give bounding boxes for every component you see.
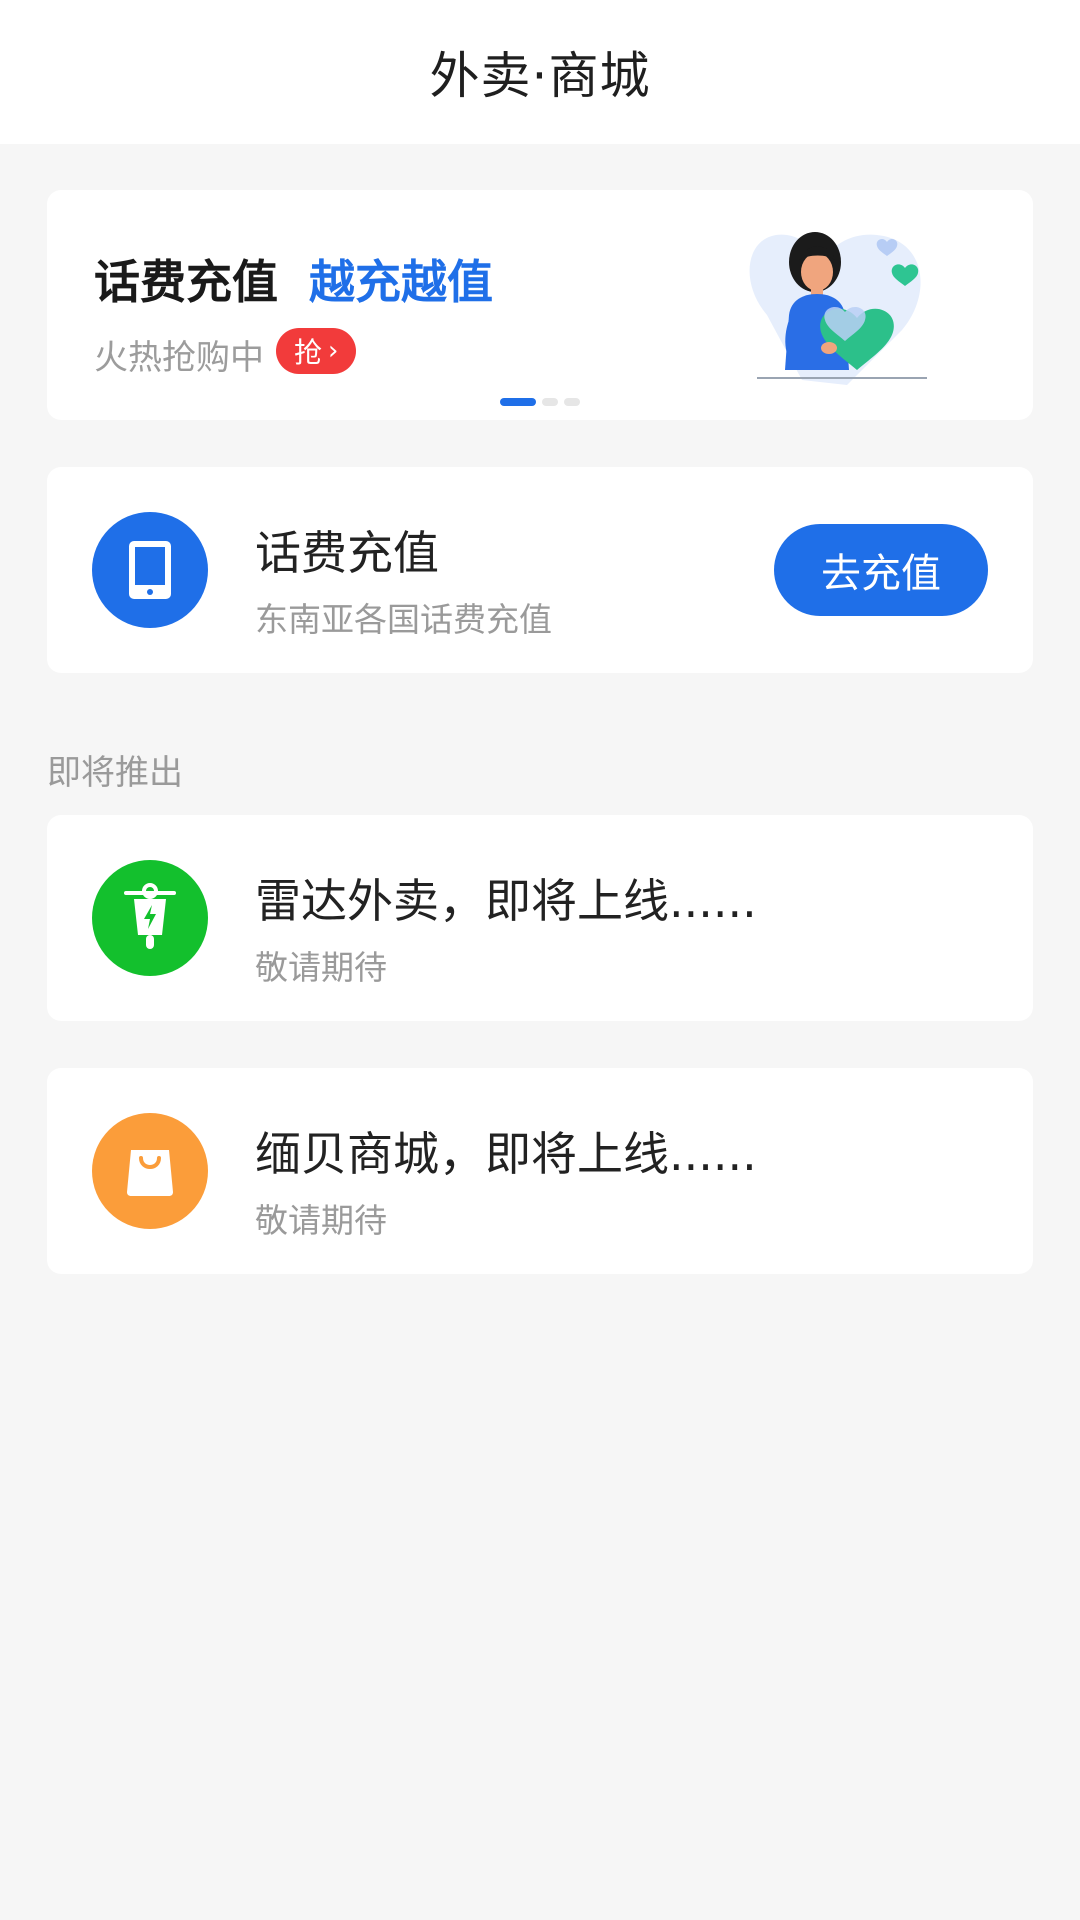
banner-pagination [47,398,1033,406]
mall-subtitle: 敬请期待 [255,1201,387,1240]
banner-subtitle: 火热抢购中 [94,338,264,378]
mall-title: 缅贝商城，即将上线...... [255,1127,757,1181]
phone-icon [92,512,208,628]
grab-badge-label: 抢 [294,336,323,369]
banner-accent-text: 越充越值 [309,255,493,309]
recharge-title: 话费充值 [255,526,439,580]
list-item-mall[interactable]: 缅贝商城，即将上线...... 敬请期待 [47,1068,1033,1274]
recharge-subtitle: 东南亚各国话费充值 [255,600,552,639]
takeout-subtitle: 敬请期待 [255,948,387,987]
chevron-right-icon: › [328,336,339,366]
takeout-title: 雷达外卖，即将上线...... [255,874,757,928]
pagination-dot [542,398,558,406]
list-item-takeout[interactable]: 雷达外卖，即将上线...... 敬请期待 [47,815,1033,1021]
pagination-dot [564,398,580,406]
woman-holding-heart-illustration [749,232,927,385]
section-label-upcoming: 即将推出 [47,753,183,793]
recharge-card[interactable]: 话费充值 东南亚各国话费充值 去充值 [47,467,1033,673]
scooter-icon [92,860,208,976]
go-recharge-button[interactable]: 去充值 [774,524,988,616]
banner-title: 话费充值 [94,255,278,309]
grab-badge[interactable]: 抢 › [276,328,357,374]
pagination-dot-active [500,398,536,406]
shopping-bag-icon [92,1113,208,1229]
app-header: 外卖·商城 [0,0,1080,144]
page-title: 外卖·商城 [429,47,651,105]
promo-banner[interactable]: 话费充值 越充越值 火热抢购中 抢 › [47,190,1033,420]
